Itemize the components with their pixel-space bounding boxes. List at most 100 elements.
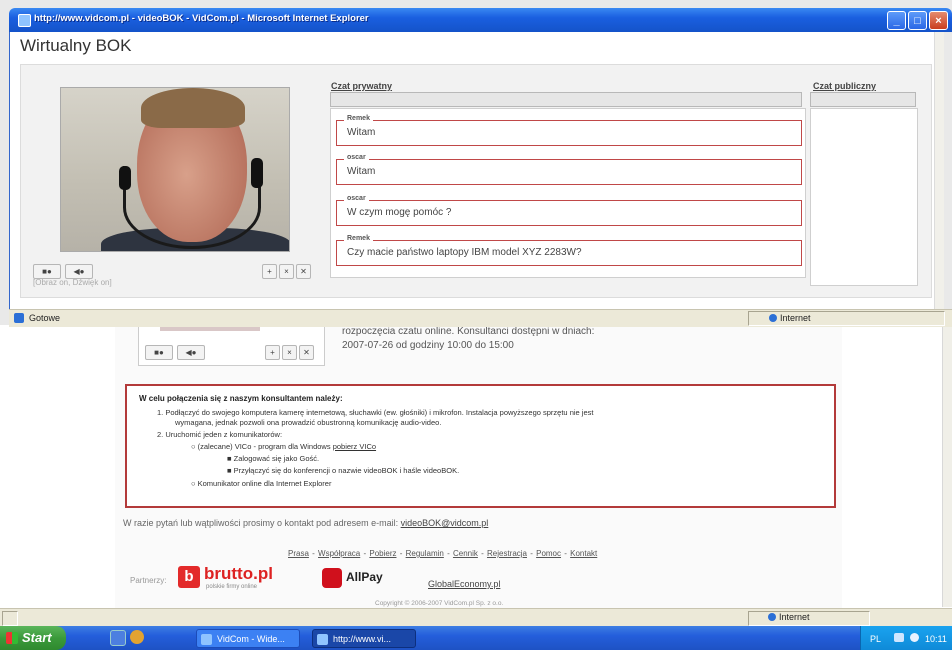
footer-link-kontakt[interactable]: Kontakt: [570, 549, 597, 558]
option-1-text: (zalecane) VICo - program dla Windows: [197, 442, 331, 451]
bg-zone-text: Internet: [779, 612, 810, 622]
instructions-step-2: 2. Uruchomić jeden z komunikatorów:: [157, 430, 283, 439]
page-icon: [14, 313, 24, 323]
task-label-1: VidCom - Wide...: [217, 634, 285, 644]
instructions-box: W celu połączenia się z naszym konsultan…: [125, 384, 836, 508]
popup-titlebar[interactable]: http://www.vidcom.pl - videoBOK - VidCom…: [9, 8, 952, 32]
video-status: [Obraz on, Dźwięk on]: [33, 278, 112, 287]
availability-info: rozpoczęcia czatu online. Konsultanci do…: [342, 325, 594, 353]
small-button-3[interactable]: ✕: [296, 264, 311, 279]
allpay-logo-icon: [322, 568, 342, 588]
background-status-bar: Internet: [0, 608, 952, 627]
contact-text: W razie pytań lub wątpliwości prosimy o …: [123, 518, 399, 528]
footer-link-cennik[interactable]: Cennik: [453, 549, 478, 558]
allpay-name: AllPay: [346, 570, 383, 584]
partners-label: Partnerzy:: [130, 576, 167, 585]
instructions-option-2: ○ Komunikator online dla Internet Explor…: [191, 479, 332, 488]
footer-link-wspolpraca[interactable]: Współpraca: [318, 549, 360, 558]
contact-email-link[interactable]: videoBOK@vidcom.pl: [401, 518, 489, 528]
language-indicator[interactable]: PL: [870, 634, 881, 644]
bg-small-button-3[interactable]: ✕: [299, 345, 314, 360]
chat-message: oscar W czym mogę pomóc ?: [336, 195, 802, 226]
public-chat-input[interactable]: [810, 92, 916, 107]
message-text: Czy macie państwo laptopy IBM model XYZ …: [347, 247, 582, 258]
instructions-step-1b: wymagana, jednak pozwoli ona prowadzić o…: [175, 418, 442, 427]
popup-title: http://www.vidcom.pl - videoBOK - VidCom…: [34, 13, 369, 24]
footer-link-prasa[interactable]: Prasa: [288, 549, 309, 558]
minimize-button[interactable]: _: [887, 11, 906, 30]
small-button-1[interactable]: +: [262, 264, 277, 279]
clock: 10:11: [925, 634, 947, 644]
video-person-hair: [141, 88, 245, 128]
start-label: Start: [22, 630, 52, 645]
message-text: W czym mogę pomóc ?: [347, 207, 452, 218]
availability-line-2: 2007-07-26 od godziny 10:00 do 15:00: [342, 340, 514, 351]
close-button[interactable]: ×: [929, 11, 948, 30]
task-label-2: http://www.vi...: [333, 634, 392, 644]
globe-icon: [769, 314, 777, 322]
headset-icon: [123, 166, 261, 249]
bg-small-button-2[interactable]: ×: [282, 345, 297, 360]
chat-message: oscar Witam: [336, 154, 802, 185]
footer-link-pomoc[interactable]: Pomoc: [536, 549, 561, 558]
bg-small-button-1[interactable]: +: [265, 345, 280, 360]
ie-icon: [18, 14, 31, 27]
video-feed: [60, 87, 290, 252]
zone-text: Internet: [780, 313, 811, 323]
maximize-button[interactable]: □: [908, 11, 927, 30]
bg-video-toggle-button[interactable]: ■●: [145, 345, 173, 360]
instructions-heading: W celu połączenia się z naszym konsultan…: [139, 394, 343, 403]
sub-2-text: Przyłączyć się do konferencji o nazwie v…: [233, 466, 460, 475]
footer-link-pobierz[interactable]: Pobierz: [369, 549, 396, 558]
status-text: Gotowe: [29, 313, 61, 323]
copyright-text: Copyright © 2006-2007 VidCom.pl Sp. z o.…: [375, 600, 504, 607]
instructions-sub-2: ■ Przyłączyć się do konferencji o nazwie…: [227, 466, 460, 475]
video-toggle-button[interactable]: ■●: [33, 264, 61, 279]
popup-scrollbar[interactable]: [934, 32, 944, 309]
public-chat-messages: [810, 108, 918, 286]
background-video-frame: ■● ◀● + × ✕: [138, 325, 325, 366]
volume-icon[interactable]: [910, 633, 919, 642]
message-author: oscar: [344, 195, 369, 202]
private-chat-input[interactable]: [330, 92, 802, 107]
bg-status-icon-pane: [2, 611, 18, 626]
bg-audio-toggle-button[interactable]: ◀●: [177, 345, 205, 360]
private-chat-label: Czat prywatny: [331, 81, 393, 91]
ie-icon: [317, 634, 328, 645]
chat-message: Remek Witam: [336, 115, 802, 146]
message-text: Witam: [347, 127, 376, 138]
small-button-2[interactable]: ×: [279, 264, 294, 279]
public-chat-label: Czat publiczny: [813, 81, 877, 91]
message-author: Remek: [344, 235, 373, 242]
instructions-step-1: 1. Podłączyć do swojego komputera kamerę…: [157, 408, 594, 417]
brutto-logo-icon: b: [178, 566, 200, 588]
windows-logo-icon: [6, 632, 18, 644]
brutto-tagline: polskie firmy online: [206, 584, 258, 590]
option-2-text: Komunikator online dla Internet Explorer: [197, 479, 332, 488]
message-author: Remek: [344, 115, 373, 122]
show-desktop-icon[interactable]: [110, 630, 126, 646]
brutto-name: brutto.pl: [204, 564, 273, 583]
instructions-option-1: ○ (zalecane) VICo - program dla Windows …: [191, 442, 377, 451]
background-scrollbar[interactable]: [942, 325, 952, 607]
audio-toggle-button[interactable]: ◀●: [65, 264, 93, 279]
task-button-vidcom[interactable]: VidCom - Wide...: [196, 629, 300, 648]
network-icon[interactable]: [894, 633, 904, 642]
headset-ear-left: [119, 166, 131, 190]
footer-link-rejestracja[interactable]: Rejestracja: [487, 549, 527, 558]
instructions-sub-1: ■ Zalogować się jako Gość.: [227, 454, 320, 463]
start-button[interactable]: Start: [0, 626, 66, 650]
download-vico-link[interactable]: pobierz VICo: [333, 442, 376, 451]
contact-line: W razie pytań lub wątpliwości prosimy o …: [123, 518, 488, 528]
globe-icon: [768, 613, 776, 621]
footer-links: Prasa - Współpraca - Pobierz - Regulamin…: [288, 549, 598, 558]
quicklaunch-icon[interactable]: [130, 630, 144, 644]
bg-zone-label: Internet: [768, 612, 810, 622]
task-button-browser[interactable]: http://www.vi...: [312, 629, 416, 648]
footer-link-regulamin[interactable]: Regulamin: [406, 549, 444, 558]
message-text: Witam: [347, 166, 376, 177]
zone-label: Internet: [769, 313, 811, 323]
message-author: oscar: [344, 154, 369, 161]
headset-ear-right: [251, 158, 263, 188]
globaleconomy-link[interactable]: GlobalEconomy.pl: [428, 579, 500, 589]
